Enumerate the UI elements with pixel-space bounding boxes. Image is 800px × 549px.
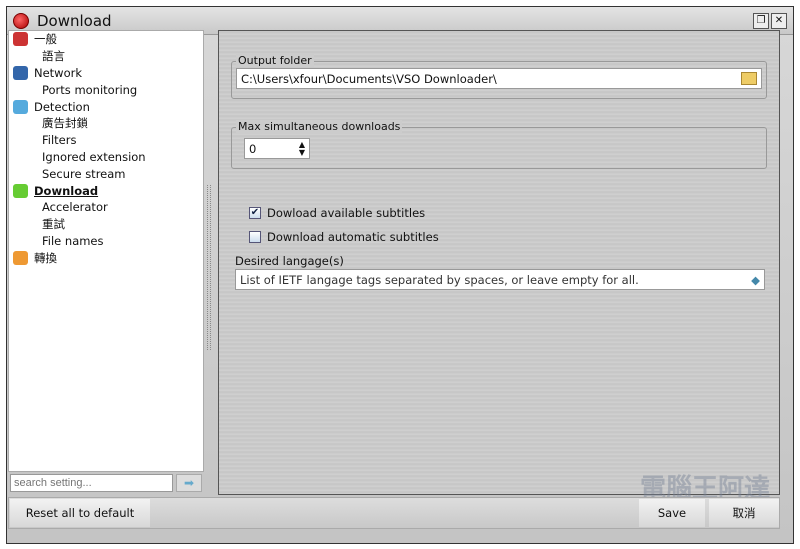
tree-item-label: Download [34, 183, 99, 198]
search-setting-input[interactable] [10, 474, 173, 492]
checkbox-unchecked-icon [249, 231, 261, 243]
tree-item[interactable]: Secure stream [9, 165, 203, 182]
tree-item-label: 語言 [42, 49, 65, 64]
tools-icon [13, 32, 28, 47]
cancel-button[interactable]: 取消 [709, 499, 779, 527]
tree-item-label: Secure stream [42, 166, 126, 181]
languages-placeholder: List of IETF langage tags separated by s… [240, 272, 639, 287]
tree-item[interactable]: 語言 [9, 48, 203, 65]
tree-item-label: 轉換 [34, 250, 57, 265]
download-icon [13, 183, 28, 198]
tree-item-label: 廣告封鎖 [42, 116, 88, 131]
available-subtitles-checkbox[interactable]: ✔ Dowload available subtitles [249, 206, 425, 220]
languages-input[interactable]: List of IETF langage tags separated by s… [235, 269, 765, 290]
checkbox-checked-icon: ✔ [249, 207, 261, 219]
tree-item[interactable]: Ports monitoring [9, 81, 203, 98]
spinner-arrows-icon[interactable]: ▲ ▼ [299, 140, 305, 157]
save-button[interactable]: Save [639, 499, 705, 527]
available-subtitles-label: Dowload available subtitles [267, 206, 426, 220]
tree-item-label: Network [34, 65, 83, 80]
tree-item-label: 重試 [42, 217, 65, 232]
max-downloads-group: Max simultaneous downloads 0 ▲ ▼ [231, 120, 767, 169]
max-downloads-label: Max simultaneous downloads [236, 120, 403, 133]
footer-bar: Reset all to default Save 取消 [8, 497, 780, 529]
tree-item[interactable]: Network [9, 65, 203, 82]
output-folder-value: C:\Users\xfour\Documents\VSO Downloader\ [241, 71, 497, 86]
automatic-subtitles-label: Download automatic subtitles [267, 230, 439, 244]
tree-item[interactable]: Accelerator [9, 199, 203, 216]
tree-item[interactable]: 廣告封鎖 [9, 115, 203, 132]
search-go-button[interactable]: ➡ [176, 474, 202, 492]
tree-item[interactable]: 重試 [9, 216, 203, 233]
dropdown-icon[interactable]: ◆ [751, 273, 760, 287]
tree-item-label: File names [42, 233, 104, 248]
tree-item[interactable]: Ignored extension [9, 149, 203, 166]
splitter-handle[interactable] [207, 185, 211, 350]
tree-item[interactable]: Download [9, 182, 203, 199]
app-icon [13, 12, 29, 29]
max-downloads-value: 0 [249, 141, 257, 156]
convert-icon [13, 250, 28, 265]
tree-item-label: Ports monitoring [42, 82, 138, 97]
tree-item[interactable]: Filters [9, 132, 203, 149]
tree-item-label: Accelerator [42, 200, 108, 215]
tree-item-label: 一般 [34, 32, 57, 47]
tree-item[interactable]: Detection [9, 98, 203, 115]
settings-panel: Output folder C:\Users\xfour\Documents\V… [218, 30, 780, 495]
tree-item-label: Ignored extension [42, 149, 146, 164]
magnifier-icon [13, 99, 28, 114]
output-folder-group: Output folder C:\Users\xfour\Documents\V… [231, 54, 767, 99]
tree-item[interactable]: File names [9, 233, 203, 250]
settings-tree: 一般語言 Network Ports monitoring Detection 廣告封鎖… [8, 30, 204, 472]
folder-icon[interactable] [741, 72, 757, 85]
tree-item-label: Detection [34, 99, 90, 114]
tree-item[interactable]: 轉換 [9, 249, 203, 266]
restore-button[interactable]: ❐ [753, 12, 769, 29]
tree-item[interactable]: 一般 [9, 31, 203, 48]
languages-label: Desired langage(s) [235, 254, 344, 268]
window-title: Download [37, 11, 112, 30]
max-downloads-spinner[interactable]: 0 ▲ ▼ [244, 138, 310, 159]
arrow-right-icon: ➡ [183, 476, 195, 490]
close-button[interactable]: ✕ [771, 12, 787, 29]
automatic-subtitles-checkbox[interactable]: Download automatic subtitles [249, 230, 439, 244]
output-folder-input[interactable]: C:\Users\xfour\Documents\VSO Downloader\ [236, 68, 762, 89]
network-icon [13, 65, 28, 80]
reset-default-button[interactable]: Reset all to default [10, 499, 150, 527]
output-folder-label: Output folder [236, 54, 314, 67]
tree-item-label: Filters [42, 133, 77, 148]
